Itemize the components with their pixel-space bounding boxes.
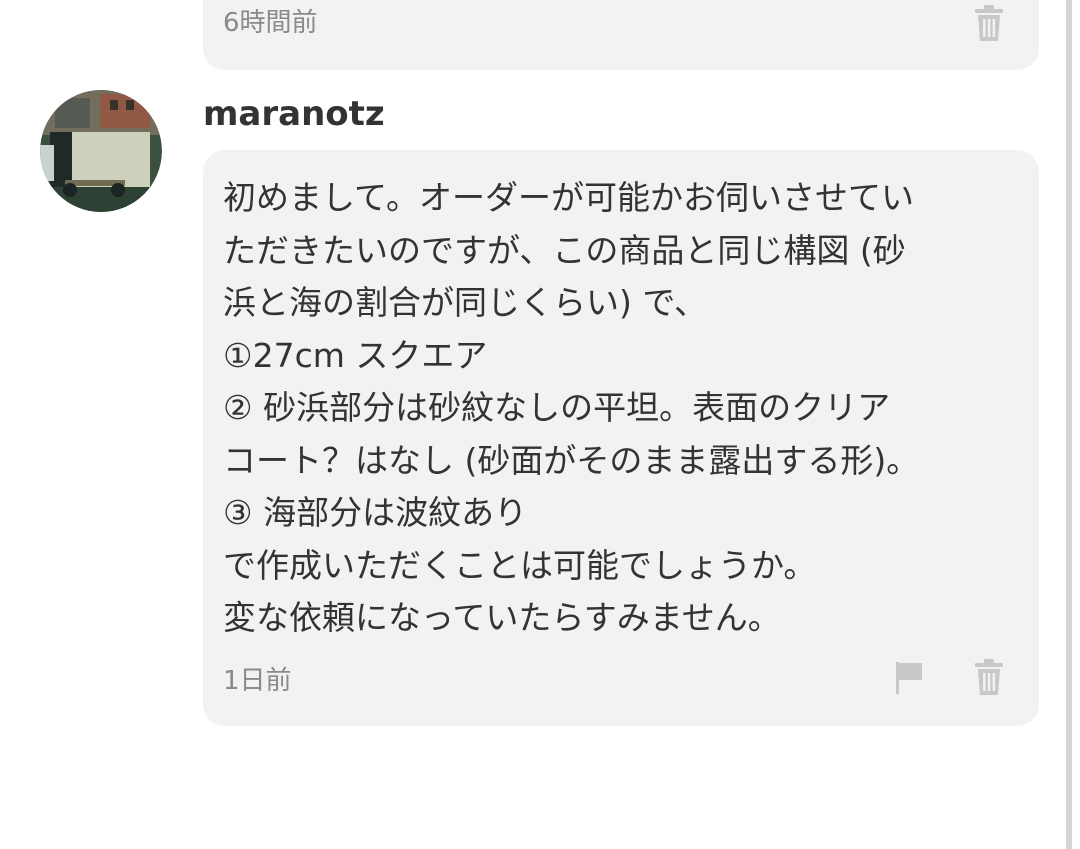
delete-comment-trash-icon[interactable] [972, 658, 1006, 696]
message-line: で作成いただくことは可能でしょうか。 [223, 545, 817, 585]
comment-username[interactable]: maranotz [203, 94, 385, 134]
message-line: 浜と海の割合が同じくらい) で、 [223, 283, 708, 322]
previous-comment-bubble: 6時間前 [203, 0, 1039, 70]
comment-message: 初めまして。オーダーが可能かお伺いさせてい ただきたいのですが、この商品と同じ構… [223, 172, 1023, 645]
message-line: 変な依頼になっていたらすみません。 [223, 598, 781, 637]
user-avatar[interactable] [40, 90, 162, 212]
message-line: コート？はなし (砂面がそのまま露出する形)。 [223, 440, 920, 480]
previous-comment-timestamp: 6時間前 [223, 8, 318, 38]
message-line: ①27cm スクエア [223, 335, 488, 375]
report-flag-icon[interactable] [892, 658, 926, 696]
message-line: ② 砂浜部分は砂紋なしの平坦。表面のクリア [223, 388, 891, 427]
comment-bubble: 初めまして。オーダーが可能かお伺いさせてい ただきたいのですが、この商品と同じ構… [203, 150, 1039, 726]
comments-page: 6時間前 maranotz 初めまして。オーダーが可能かお伺いさせてい ただきた… [0, 0, 1080, 849]
delete-comment-trash-icon[interactable] [972, 4, 1006, 42]
message-line: ただきたいのですが、この商品と同じ構図 (砂 [223, 230, 906, 270]
scrollbar-edge[interactable] [1066, 0, 1072, 849]
message-line: ③ 海部分は波紋あり [223, 493, 528, 532]
avatar-photo [40, 90, 162, 212]
comment-timestamp: 1日前 [223, 666, 292, 696]
message-line: 初めまして。オーダーが可能かお伺いさせてい [223, 178, 915, 217]
